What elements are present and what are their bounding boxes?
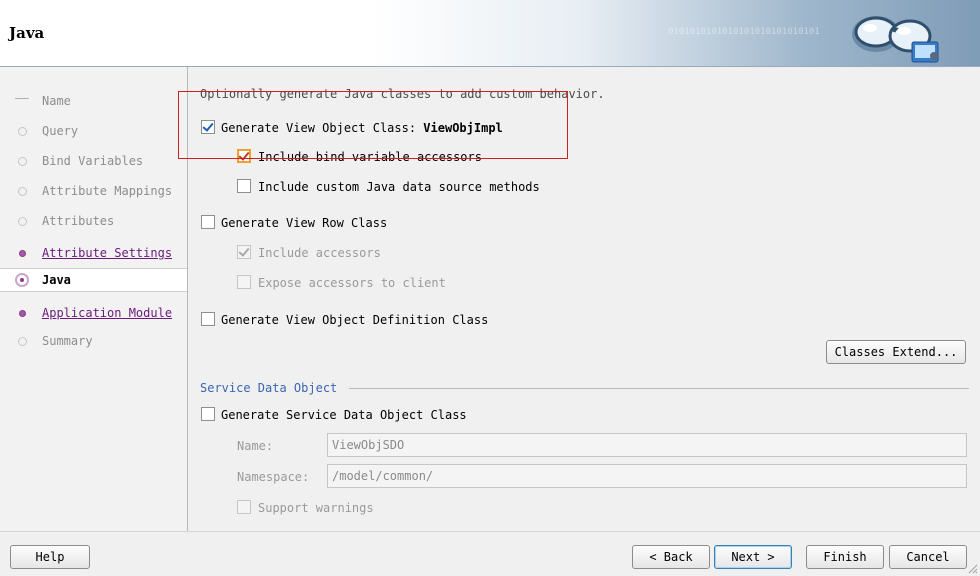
step-pending-icon [18, 217, 27, 226]
finish-button[interactable]: Finish [806, 545, 884, 569]
step-current-icon [15, 273, 29, 287]
sdo-namespace-field[interactable]: /model/common/ [327, 464, 967, 488]
support-warnings-checkbox[interactable] [237, 500, 251, 514]
nav-step-attributes[interactable]: Attributes [0, 210, 187, 232]
nav-step-label: Bind Variables [42, 154, 144, 168]
include-custom-java-methods-label: Include custom Java data source methods [258, 180, 540, 194]
sdo-name-field[interactable]: ViewObjSDO [327, 433, 967, 457]
classes-extend-button[interactable]: Classes Extend... [826, 340, 966, 364]
help-button[interactable]: Help [10, 545, 90, 569]
nav-step-label: Query [42, 124, 79, 138]
step-done-icon [19, 250, 26, 257]
resize-grip-icon[interactable] [966, 562, 978, 574]
highlight-annotation-box [178, 91, 568, 159]
nav-step-java[interactable]: Java [0, 268, 187, 292]
sdo-namespace-label: Namespace: [237, 470, 310, 484]
service-data-object-section-title: Service Data Object [200, 381, 338, 395]
wizard-step-navigation: Name Query Bind Variables Attribute Mapp… [0, 67, 188, 531]
generate-sdo-class-label: Generate Service Data Object Class [221, 408, 467, 422]
sdo-name-label: Name: [237, 439, 274, 453]
nav-step-application-module[interactable]: Application Module [0, 302, 187, 324]
nav-step-label: Attribute Settings [42, 246, 173, 260]
nav-step-query[interactable]: Query [0, 120, 187, 142]
support-warnings-label: Support warnings [258, 501, 374, 515]
nav-step-label: Name [42, 94, 71, 108]
nav-step-label: Summary [42, 334, 93, 348]
include-custom-java-methods-checkbox[interactable] [237, 179, 251, 193]
include-accessors-label: Include accessors [258, 246, 381, 260]
step-done-icon [19, 310, 26, 317]
nav-step-label: Attribute Mappings [42, 184, 173, 198]
step-pending-icon [18, 337, 27, 346]
cancel-button[interactable]: Cancel [889, 545, 967, 569]
generate-view-object-definition-class-label: Generate View Object Definition Class [221, 313, 489, 327]
generate-view-object-definition-class-checkbox[interactable] [201, 312, 215, 326]
generate-sdo-class-checkbox[interactable] [201, 407, 215, 421]
page-title: Java [9, 24, 45, 42]
binary-watermark: 0101010101010101010101010101 [668, 27, 820, 37]
wizard-header: Java 0101010101010101010101010101 [0, 0, 980, 67]
generate-view-row-class-label: Generate View Row Class [221, 216, 388, 230]
section-divider [349, 388, 969, 389]
footer-separator [0, 531, 980, 532]
next-button[interactable]: Next > [714, 545, 792, 569]
step-pending-icon [18, 157, 27, 166]
nav-step-label: Application Module [42, 306, 173, 320]
nav-step-summary[interactable]: Summary [0, 330, 187, 352]
step-start-icon [18, 97, 27, 106]
nav-step-attribute-mappings[interactable]: Attribute Mappings [0, 180, 187, 202]
nav-step-label: Attributes [42, 214, 115, 228]
expose-accessors-label: Expose accessors to client [258, 276, 446, 290]
include-accessors-checkbox[interactable] [237, 245, 251, 259]
nav-step-name[interactable]: Name [0, 90, 187, 112]
nav-step-bind-variables[interactable]: Bind Variables [0, 150, 187, 172]
nav-step-attribute-settings[interactable]: Attribute Settings [0, 242, 187, 264]
java-glasses-logo-icon [852, 16, 939, 63]
expose-accessors-checkbox[interactable] [237, 275, 251, 289]
back-button[interactable]: < Back [632, 545, 710, 569]
step-pending-icon [18, 187, 27, 196]
generate-view-row-class-checkbox[interactable] [201, 215, 215, 229]
step-pending-icon [18, 127, 27, 136]
nav-step-label: Java [42, 273, 71, 287]
